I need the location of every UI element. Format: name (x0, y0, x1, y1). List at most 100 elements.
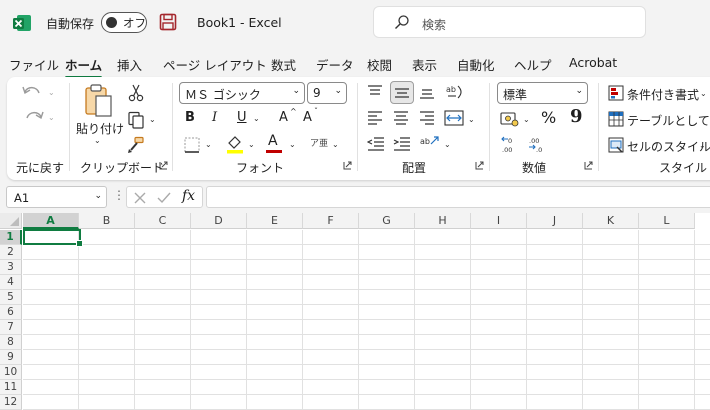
undo-icon[interactable] (21, 83, 45, 101)
enter-check-icon[interactable] (157, 191, 171, 205)
tab-insert[interactable]: 挿入 (117, 55, 142, 74)
italic-button[interactable]: I (212, 110, 217, 125)
wrap-text-icon[interactable]: ab (420, 134, 440, 152)
comma-button[interactable]: 9 (570, 106, 583, 127)
font-color-dropdown-icon[interactable]: ⌄ (289, 140, 296, 149)
clipboard-launcher-icon[interactable] (159, 161, 168, 170)
paste-label[interactable]: 貼り付け (76, 120, 124, 137)
redo-icon[interactable] (21, 108, 45, 126)
borders-dropdown-icon[interactable]: ⌄ (205, 140, 212, 149)
row-header[interactable]: 4 (0, 275, 22, 290)
accounting-dropdown-icon[interactable]: ⌄ (523, 115, 530, 124)
column-header[interactable]: K (583, 213, 639, 229)
row-header[interactable]: 8 (0, 335, 22, 350)
grow-font-button[interactable]: A (279, 110, 288, 125)
align-right-icon[interactable] (419, 111, 435, 125)
decrease-decimal-icon[interactable]: .00 .0 (527, 135, 547, 155)
tab-home[interactable]: ホーム (65, 55, 103, 79)
copy-dropdown-icon[interactable]: ⌄ (149, 115, 156, 124)
insert-function-button[interactable]: fx (182, 188, 195, 204)
underline-button[interactable]: U (237, 110, 247, 125)
row-header[interactable]: 3 (0, 260, 22, 275)
column-header[interactable]: L (639, 213, 695, 229)
number-format-dropdown[interactable]: 標準 ⌄ (497, 82, 588, 104)
cell-area[interactable] (23, 230, 710, 410)
save-icon[interactable] (159, 13, 177, 31)
undo-dropdown-icon[interactable]: ⌄ (48, 88, 55, 97)
tab-review[interactable]: 校閲 (367, 55, 392, 74)
row-header[interactable]: 12 (0, 395, 22, 410)
autosave-toggle[interactable]: オフ (101, 12, 147, 33)
align-left-icon[interactable] (367, 111, 383, 125)
format-as-table-icon[interactable] (608, 111, 624, 127)
row-header[interactable]: 10 (0, 365, 22, 380)
column-header[interactable]: B (79, 213, 135, 229)
select-all-button[interactable] (0, 213, 22, 229)
alignment-launcher-icon[interactable] (475, 161, 484, 170)
tab-view[interactable]: 表示 (412, 55, 437, 74)
column-header[interactable]: H (415, 213, 471, 229)
font-color-button[interactable]: A (268, 133, 278, 149)
tab-acrobat[interactable]: Acrobat (569, 55, 617, 70)
bold-button[interactable]: B (185, 110, 195, 125)
increase-decimal-icon[interactable]: 0 .00 (500, 135, 520, 155)
row-header[interactable]: 5 (0, 290, 22, 305)
conditional-dropdown-icon[interactable]: ⌄ (700, 89, 707, 98)
orientation-icon[interactable]: ab (444, 82, 464, 102)
redo-dropdown-icon[interactable]: ⌄ (48, 113, 55, 122)
copy-icon[interactable] (127, 111, 145, 129)
row-header[interactable]: 7 (0, 320, 22, 335)
cell-styles-dropdown-icon[interactable]: ⌄ (699, 141, 706, 150)
tab-help[interactable]: ヘルプ (514, 55, 552, 74)
tab-formulas[interactable]: 数式 (271, 55, 296, 74)
increase-indent-icon[interactable] (393, 137, 411, 151)
row-header[interactable]: 2 (0, 245, 22, 260)
cell-styles-label[interactable]: セルのスタイル (627, 138, 710, 155)
paste-dropdown-icon[interactable]: ⌄ (94, 136, 101, 145)
cut-icon[interactable] (128, 84, 144, 102)
conditional-formatting-label[interactable]: 条件付き書式 (627, 86, 699, 103)
align-center-icon[interactable] (393, 111, 409, 125)
wrap-text-dropdown-icon[interactable]: ⌄ (444, 140, 451, 149)
font-name-dropdown[interactable]: ＭＳ ゴシック ⌄ (179, 82, 305, 104)
merge-dropdown-icon[interactable]: ⌄ (468, 115, 475, 124)
name-box[interactable]: A1 ⌄ (6, 186, 107, 208)
borders-icon[interactable] (183, 136, 201, 154)
furigana-button[interactable]: ア亜 (310, 136, 328, 149)
cancel-icon[interactable] (133, 191, 147, 205)
align-middle-button[interactable] (390, 81, 414, 104)
row-header[interactable]: 11 (0, 380, 22, 395)
row-header[interactable]: 9 (0, 350, 22, 365)
row-header[interactable]: 1 (0, 230, 22, 245)
column-header[interactable]: I (471, 213, 527, 229)
more-options-icon[interactable]: ⋮ (113, 188, 125, 202)
percent-button[interactable]: % (541, 108, 556, 127)
merge-center-icon[interactable] (444, 109, 464, 127)
active-cell-a1[interactable] (23, 229, 83, 247)
tab-page-layout[interactable]: ページ レイアウト (163, 55, 267, 74)
column-header[interactable]: F (303, 213, 359, 229)
search-box[interactable]: 検索 (373, 6, 646, 38)
shrink-font-button[interactable]: A (303, 110, 312, 125)
column-header[interactable]: D (191, 213, 247, 229)
tab-automate[interactable]: 自動化 (457, 55, 495, 74)
conditional-formatting-icon[interactable] (608, 85, 624, 101)
column-header[interactable]: G (359, 213, 415, 229)
furigana-dropdown-icon[interactable]: ⌄ (332, 140, 339, 149)
font-size-dropdown[interactable]: 9 ⌄ (307, 82, 347, 104)
column-header[interactable]: A (23, 213, 79, 229)
tab-data[interactable]: データ (316, 55, 354, 74)
tab-file[interactable]: ファイル (9, 55, 59, 74)
align-bottom-icon[interactable] (419, 85, 435, 99)
accounting-format-icon[interactable] (500, 110, 520, 128)
font-launcher-icon[interactable] (343, 161, 352, 170)
formula-input[interactable] (206, 186, 710, 208)
fill-color-icon[interactable] (225, 134, 245, 154)
underline-dropdown-icon[interactable]: ⌄ (253, 114, 260, 123)
paste-icon[interactable] (83, 83, 115, 119)
cell-styles-icon[interactable] (608, 137, 624, 153)
column-header[interactable]: E (247, 213, 303, 229)
decrease-indent-icon[interactable] (367, 137, 385, 151)
format-as-table-label[interactable]: テーブルとして書式 (627, 112, 710, 129)
row-header[interactable]: 6 (0, 305, 22, 320)
